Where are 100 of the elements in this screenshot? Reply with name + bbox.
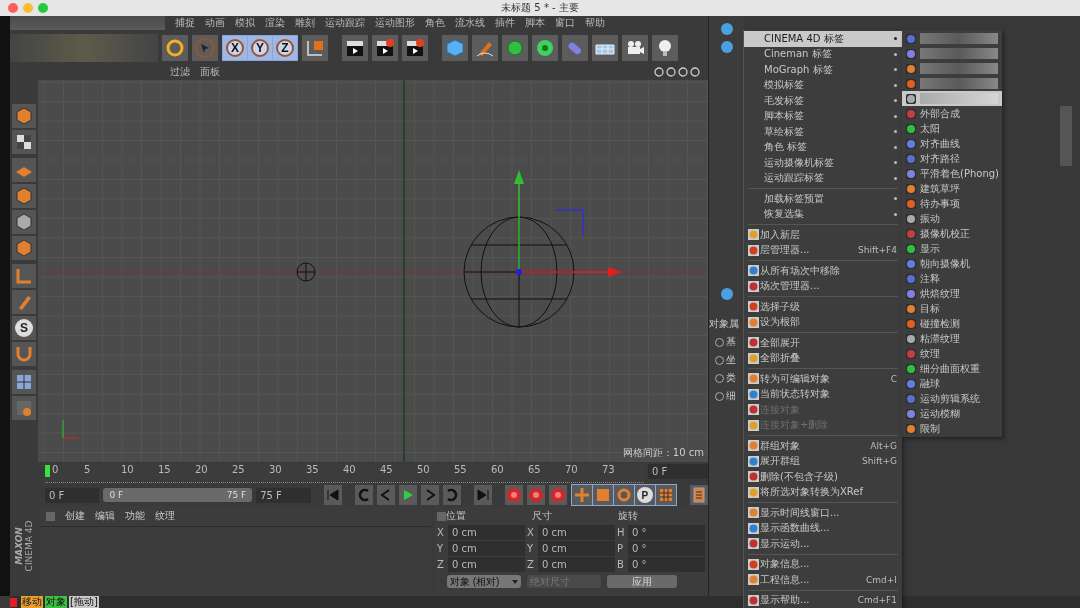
axis-button[interactable]: Z (273, 36, 297, 60)
menu-item[interactable]: 太阳 (902, 121, 1002, 136)
menu-item[interactable]: 场次管理器... (744, 278, 902, 294)
menu-item[interactable]: 烘焙纹理 (902, 286, 1002, 301)
menu-item[interactable]: 细分曲面权重 (902, 361, 1002, 376)
menu-item[interactable]: 窗口 (555, 16, 575, 30)
menu-item[interactable]: 毛发标签 (744, 93, 902, 109)
panel-handle[interactable] (437, 511, 446, 521)
timeline-ruler[interactable]: 0 5 10 15 20 25 30 35 40 45 50 55 60 65 70 73 (45, 464, 645, 483)
skip-end-button[interactable] (473, 485, 492, 505)
menu-item[interactable]: 待办事项 (902, 196, 1002, 211)
menu-item[interactable]: 设为根部 (744, 314, 902, 330)
dots-button[interactable] (655, 485, 676, 505)
menu-item[interactable]: 显示时间线窗口... (744, 505, 902, 521)
menu-item[interactable]: 摄像机校正 (902, 226, 1002, 241)
menu-item[interactable]: 运动跟踪标签 (744, 170, 902, 186)
menu-item[interactable]: 粘滞纹理 (902, 331, 1002, 346)
menu-item[interactable]: 功能 (125, 509, 146, 523)
parameter-button[interactable]: P (634, 485, 655, 505)
menu-item[interactable]: 流水线 (455, 16, 485, 30)
menu-item[interactable]: 运动剪辑系统 (902, 391, 1002, 406)
menu-item[interactable]: 振动 (902, 211, 1002, 226)
clapboard-button[interactable] (342, 35, 368, 61)
menu-item[interactable]: 全部折叠 (744, 350, 902, 366)
menu-item[interactable]: 草绘标签 (744, 124, 902, 140)
menu-item[interactable]: 角色 (425, 16, 445, 30)
menu-item[interactable]: 捕捉 (175, 16, 195, 30)
menu-item[interactable]: 将所选对象转换为XRef (744, 484, 902, 500)
tool-button[interactable] (12, 104, 36, 128)
menu-item[interactable]: Cineman 标签 (744, 46, 902, 62)
menu-item[interactable]: CINEMA 4D 标签 (744, 31, 902, 47)
axis-button[interactable] (302, 35, 328, 61)
menu-item[interactable]: MoGraph 标签 (744, 62, 902, 78)
scale-button[interactable] (592, 485, 613, 505)
menu-item[interactable]: 动画 (205, 16, 225, 30)
menu-item[interactable]: 显示 (902, 241, 1002, 256)
camera-button[interactable] (622, 35, 648, 61)
menu-item[interactable]: 运动摄像机标签 (744, 155, 902, 171)
menu-item[interactable]: 显示帮助... Cmd+F1 (744, 592, 902, 608)
menu-item[interactable]: 纹理 (155, 509, 176, 523)
rotation-field[interactable]: 0 ° (628, 541, 705, 556)
zoom-button[interactable] (38, 3, 48, 13)
mode-dropdown[interactable]: 对象 (相对) (447, 575, 521, 588)
menu-item[interactable]: 工程信息... Cmd+I (744, 572, 902, 588)
loop-button[interactable] (355, 485, 374, 505)
tool-button[interactable] (12, 130, 36, 154)
range-slider[interactable]: 0 F 75 F (103, 488, 253, 502)
menu-item[interactable]: 朝向摄像机 (902, 256, 1002, 271)
menu-item[interactable]: 注释 (902, 271, 1002, 286)
menu-item[interactable]: 脚本 (525, 16, 545, 30)
menu-item[interactable]: 外部合成 (902, 106, 1002, 121)
axis-button[interactable]: Y (248, 36, 272, 60)
menu-item[interactable]: 恢复选集 (744, 206, 902, 222)
size-field[interactable]: 0 cm (538, 541, 615, 556)
menu-item[interactable]: 层管理器... Shift+F4 (744, 242, 902, 258)
position-field[interactable]: 0 cm (448, 557, 525, 572)
menu-item[interactable]: 运动模糊 (902, 406, 1002, 421)
menu-item[interactable]: 运动图形 (375, 16, 415, 30)
snap-button[interactable]: S (12, 316, 36, 340)
menu-item[interactable]: 当前状态转对象 (744, 386, 902, 402)
menu-item[interactable]: 帮助 (585, 16, 605, 30)
menu-item[interactable]: 脚本标签 (744, 108, 902, 124)
menu-item[interactable]: 创建 (65, 509, 86, 523)
menu-item[interactable]: 平滑着色(Phong) (902, 166, 1002, 181)
menu-item[interactable]: 展开群组 Shift+G (744, 453, 902, 469)
menu-item[interactable]: 插件 (495, 16, 515, 30)
tool-button[interactable] (12, 236, 36, 260)
menu-item[interactable]: 融球 (902, 376, 1002, 391)
menu-item[interactable]: 全部展开 (744, 335, 902, 351)
menu-item[interactable]: 碰撞检测 (902, 316, 1002, 331)
gear-button[interactable] (532, 35, 558, 61)
menu-item[interactable] (902, 91, 1002, 106)
menu-item[interactable]: 加入新层 (744, 227, 902, 243)
menu-item[interactable]: 从所有场次中移除 (744, 263, 902, 279)
film-button[interactable] (690, 485, 709, 505)
menu-item[interactable]: 显示函数曲线... (744, 520, 902, 536)
step-forward-button[interactable] (420, 485, 439, 505)
menu-item[interactable]: 对齐路径 (902, 151, 1002, 166)
menu-item[interactable]: 选择子级 (744, 299, 902, 315)
menu-item[interactable]: 编辑 (95, 509, 116, 523)
menu-item[interactable]: 目标 (902, 301, 1002, 316)
menu-item[interactable]: 角色 标签 (744, 139, 902, 155)
menu-item[interactable]: 运动跟踪 (325, 16, 365, 30)
rotation-field[interactable]: 0 ° (628, 557, 705, 572)
clapboard-button[interactable] (402, 35, 428, 61)
position-field[interactable]: 0 cm (448, 525, 525, 540)
tool-button[interactable] (12, 210, 36, 234)
loop-button[interactable] (442, 485, 461, 505)
menu-item[interactable]: 限制 (902, 421, 1002, 436)
end-field[interactable]: 75 F (256, 487, 311, 503)
menu-item[interactable]: 对象信息... (744, 556, 902, 572)
menu-item[interactable]: 过滤 (170, 65, 190, 79)
menu-item[interactable]: 加载标签预置 (744, 191, 902, 207)
axis-button[interactable]: X (223, 36, 247, 60)
menu-item[interactable]: 渲染 (265, 16, 285, 30)
bulb-button[interactable] (652, 35, 678, 61)
pen-button[interactable] (472, 35, 498, 61)
menu-item[interactable]: 删除(不包含子级) (744, 469, 902, 485)
menu-item[interactable]: 模拟 (235, 16, 255, 30)
menu-item[interactable]: 雕刻 (295, 16, 315, 30)
